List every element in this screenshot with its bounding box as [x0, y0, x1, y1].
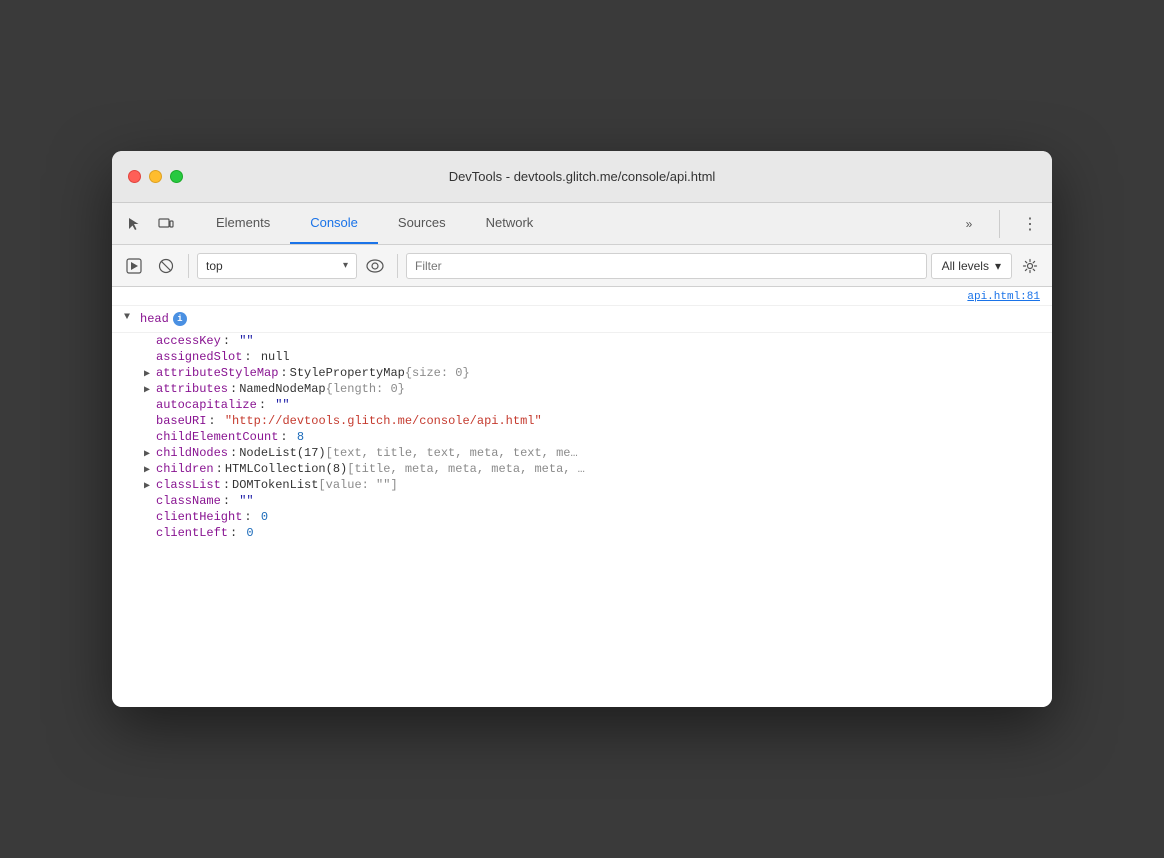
- clear-console-button[interactable]: [152, 252, 180, 280]
- tab-elements[interactable]: Elements: [196, 203, 290, 244]
- context-selector-value: top: [206, 259, 337, 273]
- prop-clientLeft: clientLeft: 0: [112, 525, 1052, 541]
- childNodes-expand-icon[interactable]: ▶: [144, 448, 156, 460]
- info-badge[interactable]: i: [173, 312, 187, 326]
- log-levels-button[interactable]: All levels ▾: [931, 253, 1012, 279]
- children-expand-icon[interactable]: ▶: [144, 464, 156, 476]
- console-toolbar: top ▾ All levels ▾: [112, 245, 1052, 287]
- prop-attributeStyleMap: ▶ attributeStyleMap: StylePropertyMap {s…: [112, 365, 1052, 381]
- prop-accessKey: accessKey: "": [112, 333, 1052, 349]
- filter-input[interactable]: [406, 253, 927, 279]
- toolbar-separator-1: [188, 254, 189, 278]
- tab-network[interactable]: Network: [466, 203, 554, 244]
- console-content: api.html:81 ▼ head i accessKey: "" assig…: [112, 287, 1052, 707]
- tabbar: Elements Console Sources Network » ⋮: [112, 203, 1052, 245]
- more-tabs-button[interactable]: »: [955, 210, 983, 238]
- tabbar-more: » ⋮: [955, 210, 1044, 238]
- tabbar-icons: [120, 210, 180, 238]
- close-button[interactable]: [128, 170, 141, 183]
- prop-children: ▶ children: HTMLCollection(8) [title, me…: [112, 461, 1052, 477]
- live-expressions-button[interactable]: [361, 252, 389, 280]
- attributes-expand-icon[interactable]: ▶: [144, 384, 156, 396]
- head-entry-main: ▼ head i: [112, 308, 1052, 330]
- context-selector[interactable]: top ▾: [197, 253, 357, 279]
- prop-assignedSlot: assignedSlot: null: [112, 349, 1052, 365]
- traffic-lights: [128, 170, 183, 183]
- tab-console[interactable]: Console: [290, 203, 378, 244]
- head-expand-arrow-icon[interactable]: ▼: [124, 312, 136, 323]
- attributeStyleMap-expand-icon[interactable]: ▶: [144, 368, 156, 380]
- run-script-button[interactable]: [120, 252, 148, 280]
- context-selector-arrow-icon: ▾: [343, 260, 348, 271]
- titlebar: DevTools - devtools.glitch.me/console/ap…: [112, 151, 1052, 203]
- window-title: DevTools - devtools.glitch.me/console/ap…: [449, 169, 716, 184]
- kebab-menu-button[interactable]: ⋮: [1016, 210, 1044, 238]
- console-entry-head: ▼ head i: [112, 306, 1052, 333]
- settings-button[interactable]: [1016, 252, 1044, 280]
- levels-arrow-icon: ▾: [995, 259, 1001, 273]
- prop-childElementCount: childElementCount: 8: [112, 429, 1052, 445]
- device-toolbar-icon[interactable]: [152, 210, 180, 238]
- tabbar-tabs: Elements Console Sources Network: [196, 203, 955, 244]
- prop-classList: ▶ classList: DOMTokenList [value: ""]: [112, 477, 1052, 493]
- tabbar-separator: [999, 210, 1000, 238]
- minimize-button[interactable]: [149, 170, 162, 183]
- source-link[interactable]: api.html:81: [967, 291, 1040, 303]
- prop-autocapitalize: autocapitalize: "": [112, 397, 1052, 413]
- cursor-icon[interactable]: [120, 210, 148, 238]
- classList-expand-icon[interactable]: ▶: [144, 480, 156, 492]
- head-object-label: head: [140, 312, 169, 326]
- prop-className: className: "": [112, 493, 1052, 509]
- prop-attributes: ▶ attributes: NamedNodeMap {length: 0}: [112, 381, 1052, 397]
- tab-sources[interactable]: Sources: [378, 203, 466, 244]
- maximize-button[interactable]: [170, 170, 183, 183]
- toolbar-separator-2: [397, 254, 398, 278]
- prop-clientHeight: clientHeight: 0: [112, 509, 1052, 525]
- console-line-ref: api.html:81: [112, 287, 1052, 306]
- devtools-window: DevTools - devtools.glitch.me/console/ap…: [112, 151, 1052, 707]
- prop-childNodes: ▶ childNodes: NodeList(17) [text, title,…: [112, 445, 1052, 461]
- prop-baseURI: baseURI: "http://devtools.glitch.me/cons…: [112, 413, 1052, 429]
